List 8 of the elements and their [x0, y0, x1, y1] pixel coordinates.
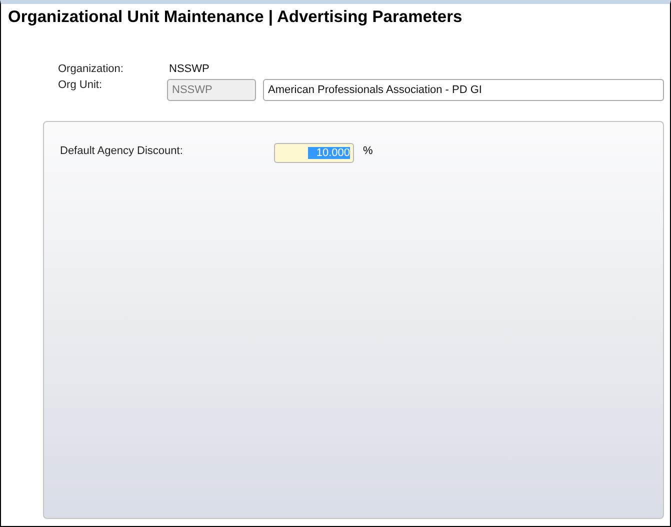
percent-unit: % — [363, 144, 373, 157]
page-title: Organizational Unit Maintenance | Advertising Parameters — [7, 7, 462, 27]
organization-label: Organization: — [58, 63, 124, 75]
discount-label: Default Agency Discount: — [60, 144, 184, 157]
organization-value: NSSWP — [169, 63, 210, 75]
org-unit-name-field[interactable]: American Professionals Association - PD GI — [263, 79, 664, 101]
org-unit-label: Org Unit: — [58, 79, 104, 91]
discount-field[interactable]: 10.000 — [274, 143, 354, 163]
